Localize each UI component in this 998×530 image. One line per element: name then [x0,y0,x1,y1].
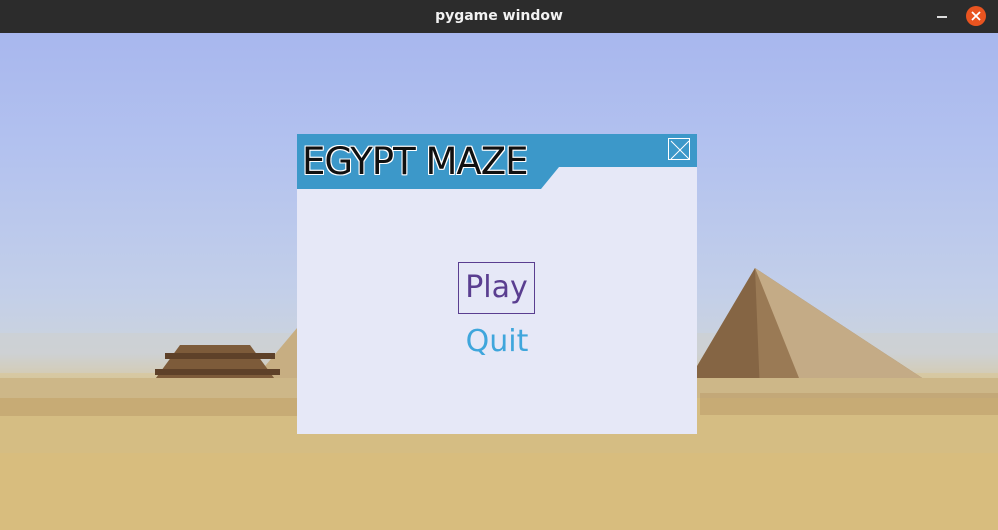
quit-button[interactable]: Quit [447,318,547,366]
dialog-title: EGYPT MAZE [302,140,528,183]
close-icon [670,140,690,160]
close-window-button[interactable] [966,6,986,26]
main-menu-dialog: EGYPT MAZE Play Quit [297,134,697,434]
dialog-header: EGYPT MAZE [297,134,697,189]
window-title: pygame window [435,8,563,24]
minimize-icon[interactable] [937,16,947,18]
window-titlebar: pygame window [0,0,998,33]
play-button[interactable]: Play [458,262,535,314]
dialog-close-button[interactable] [668,138,690,160]
close-icon [971,11,981,21]
